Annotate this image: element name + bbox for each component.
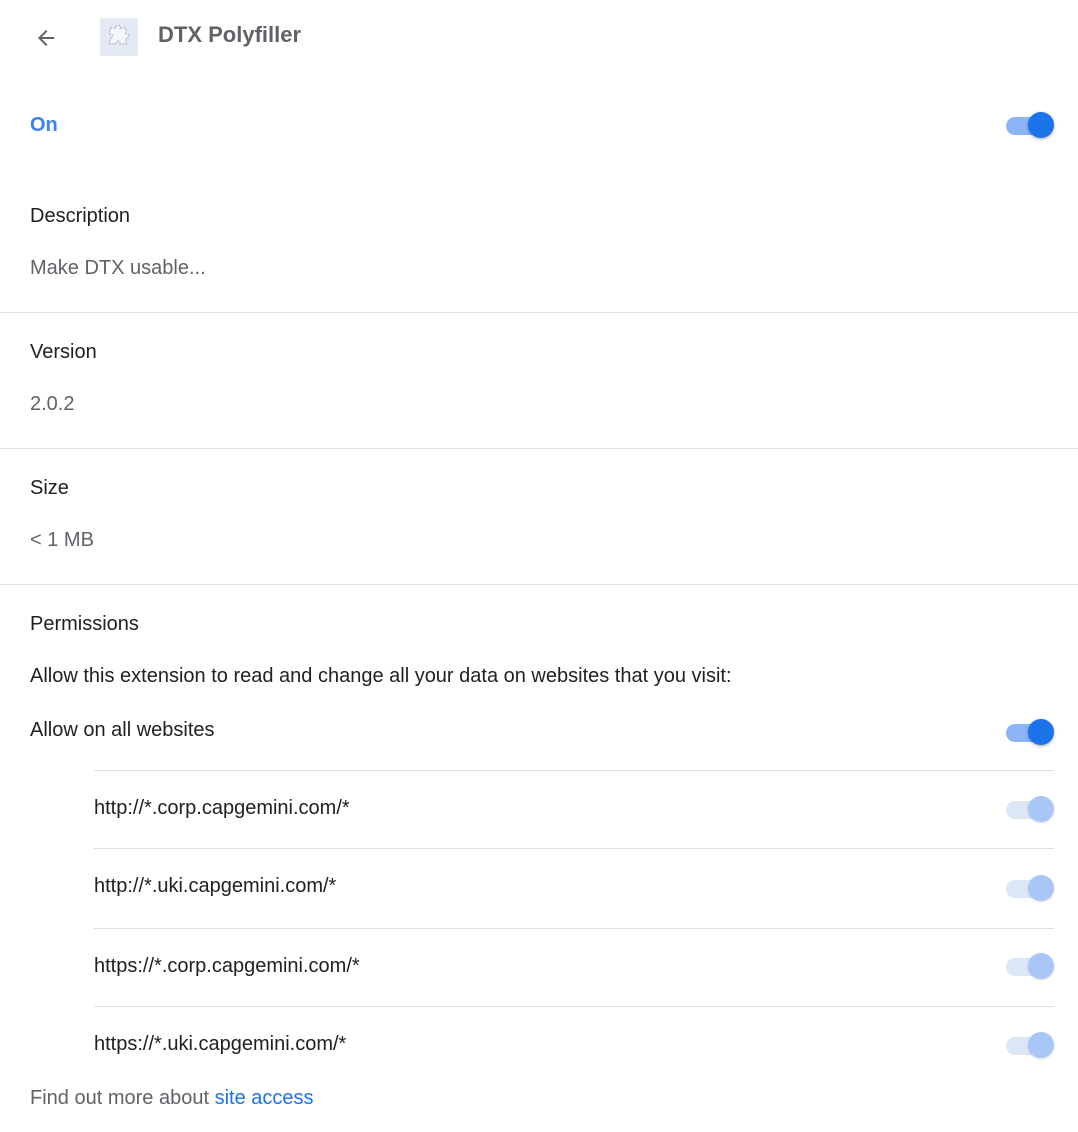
site-url: https://*.uki.capgemini.com/*: [94, 1033, 347, 1055]
page-title: DTX Polyfiller: [158, 22, 302, 47]
site-permission-row: http://*.uki.capgemini.com/*: [94, 848, 1054, 926]
size-value: < 1 MB: [30, 529, 94, 551]
site-permission-toggle[interactable]: [1004, 952, 1056, 980]
extension-icon: [100, 18, 138, 56]
extension-enable-toggle[interactable]: [1004, 111, 1056, 139]
row-divider: [94, 848, 1054, 849]
site-permission-toggle[interactable]: [1004, 795, 1056, 823]
page-header: DTX Polyfiller: [0, 0, 1078, 76]
toggle-knob: [1028, 719, 1054, 745]
site-access-link[interactable]: site access: [215, 1087, 314, 1109]
site-access-info: Find out more about site access: [30, 1085, 314, 1111]
puzzle-piece-icon: [106, 22, 132, 53]
site-url: http://*.uki.capgemini.com/*: [94, 875, 337, 897]
row-divider: [94, 1006, 1054, 1007]
section-divider: [0, 584, 1078, 585]
permissions-label: Permissions: [30, 613, 139, 635]
allow-all-websites-label: Allow on all websites: [30, 719, 215, 741]
permissions-intro: Allow this extension to read and change …: [30, 665, 732, 687]
footer-text: Find out more about: [30, 1087, 209, 1109]
row-divider: [94, 928, 1054, 929]
section-divider: [0, 448, 1078, 449]
description-value: Make DTX usable...: [30, 257, 206, 279]
toggle-knob: [1028, 953, 1054, 979]
extension-status-row: On: [0, 100, 1078, 150]
toggle-knob: [1028, 1032, 1054, 1058]
section-divider: [0, 312, 1078, 313]
site-permission-row: https://*.corp.capgemini.com/*: [94, 928, 1054, 1006]
toggle-knob: [1028, 112, 1054, 138]
version-value: 2.0.2: [30, 393, 75, 415]
site-url: https://*.corp.capgemini.com/*: [94, 955, 360, 977]
back-button[interactable]: [26, 20, 66, 60]
description-label: Description: [30, 205, 131, 227]
site-permission-row: http://*.corp.capgemini.com/*: [94, 770, 1054, 848]
status-label: On: [30, 114, 58, 136]
version-label: Version: [30, 341, 97, 363]
allow-all-websites-toggle[interactable]: [1004, 718, 1056, 746]
site-permission-toggle[interactable]: [1004, 874, 1056, 902]
row-divider: [94, 770, 1054, 771]
toggle-knob: [1028, 796, 1054, 822]
size-label: Size: [30, 477, 69, 499]
site-url: http://*.corp.capgemini.com/*: [94, 797, 350, 819]
site-permission-row: https://*.uki.capgemini.com/*: [94, 1006, 1054, 1084]
site-permission-toggle[interactable]: [1004, 1031, 1056, 1059]
arrow-left-icon: [34, 26, 58, 55]
toggle-knob: [1028, 875, 1054, 901]
